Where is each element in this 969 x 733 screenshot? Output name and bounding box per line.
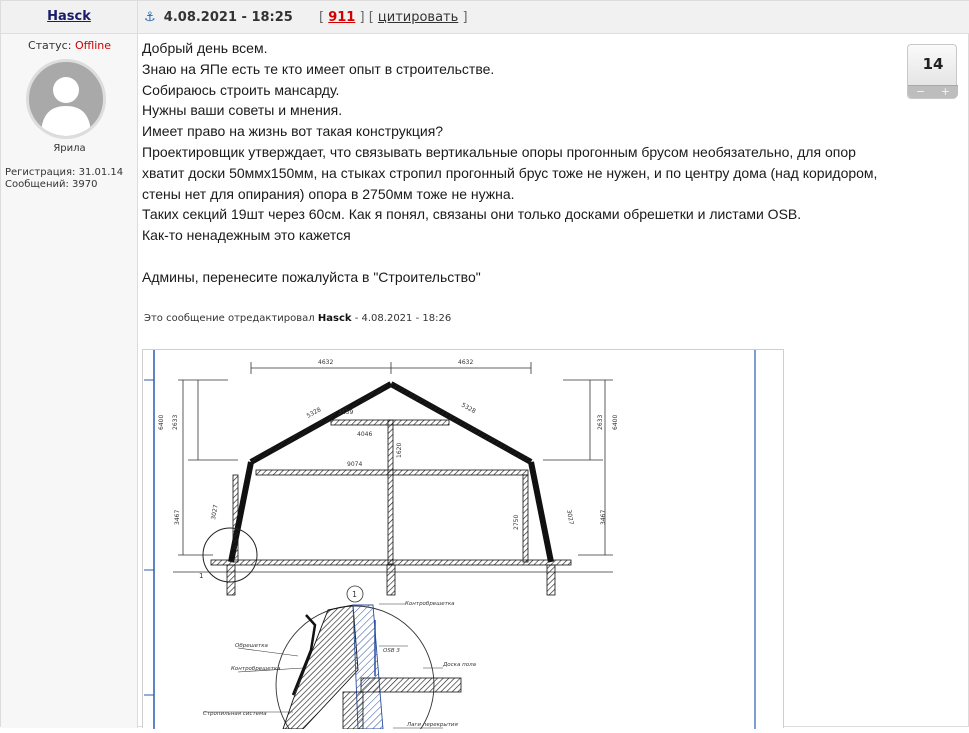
dim-right-total: 6400 <box>612 415 619 430</box>
dim-right-top: 2633 <box>597 415 604 430</box>
dim-collar-inner: 4046 <box>357 431 372 438</box>
user-status: Статус: Offline <box>1 39 138 52</box>
avatar[interactable] <box>26 59 106 139</box>
dim-floor-span: 9074 <box>347 461 362 468</box>
dim-top-right: 4632 <box>458 359 473 366</box>
body-line: Имеет право на жизнь вот такая конструкц… <box>142 123 444 140</box>
node-label: 1 <box>352 590 357 599</box>
bracket-open: [ <box>318 10 325 25</box>
label-lathing: Обрешетка <box>235 643 269 649</box>
user-silhouette-icon <box>41 77 91 136</box>
author-cell: Hasck <box>1 1 138 34</box>
body-line: Проектировщик утверждает, что связывать … <box>142 143 878 202</box>
registration-date: Регистрация: 31.01.14 <box>5 167 124 178</box>
dim-rafter-right: 5328 <box>460 402 477 416</box>
label-rafter-system: Стропильная система <box>203 711 267 717</box>
status-label: Статус: <box>27 39 72 52</box>
post-number-link[interactable]: 911 <box>328 10 355 25</box>
edited-note: Это сообщение отредактировал Hasck - 4.0… <box>144 313 451 324</box>
admin-request: Админы, перенесите пожалуйста в "Строите… <box>142 268 481 285</box>
post-header: Hasck ⚓ 4.08.2021 - 18:25 [ 911 ] [ цити… <box>1 1 969 34</box>
edited-prefix: Это сообщение отредактировал <box>144 313 315 324</box>
roof-drawing-svg: 4632 4632 6400 2633 2633 6400 3467 3467 … <box>144 350 756 733</box>
rating-controls: − + <box>908 85 958 98</box>
forum-post: Hasck ⚓ 4.08.2021 - 18:25 [ 911 ] [ цити… <box>0 0 969 733</box>
user-title: Ярила <box>53 143 86 154</box>
post-body: Добрый день всем. Знаю на ЯПе есть те кт… <box>142 38 902 288</box>
body-line: Нужны ваши советы и мнения. <box>142 102 343 119</box>
edited-editor: Hasck <box>317 313 352 324</box>
dim-left-wall: 3467 <box>174 510 181 525</box>
rating-plus-button[interactable]: + <box>941 86 950 98</box>
dim-center-post: 2750 <box>513 515 520 530</box>
dim-left-top: 2633 <box>172 415 179 430</box>
label-joists: Лаги перекрытия <box>406 722 459 728</box>
bracket-close: ] <box>359 10 365 25</box>
status-value: Offline <box>74 39 112 52</box>
bracket-close: ] <box>462 10 468 25</box>
dim-collar: 3159 <box>338 409 353 416</box>
dim-post-height: 1620 <box>396 443 403 458</box>
body-line: Добрый день всем. <box>142 40 268 56</box>
anchor-icon[interactable]: ⚓ <box>144 10 156 25</box>
body-line: Как-то ненадежным это кажется <box>142 227 351 244</box>
dim-right-wall: 3467 <box>600 510 607 525</box>
post-meta: ⚓ 4.08.2021 - 18:25 [ 911 ] [ цитировать… <box>144 10 468 25</box>
message-count: Сообщений: 3970 <box>5 179 98 190</box>
dim-left-total: 6400 <box>158 415 165 430</box>
body-line: Знаю на ЯПе есть те кто имеет опыт в стр… <box>142 60 495 77</box>
label-board: Доска пола <box>442 662 477 668</box>
dim-right-slope: 3027 <box>565 509 575 525</box>
bracket-open: [ <box>368 10 374 25</box>
label-counter-batten: Контробрешетка <box>405 601 455 607</box>
quote-link[interactable]: цитировать <box>378 10 458 25</box>
dim-rafter-left: 5328 <box>306 406 323 420</box>
svg-text:1: 1 <box>199 572 203 580</box>
author-link[interactable]: Hasck <box>47 9 91 24</box>
dim-left-slope: 3027 <box>210 504 220 520</box>
rating-value: 14 <box>922 55 944 73</box>
user-sidebar: Статус: Offline Ярила Регистрация: 31.01… <box>1 34 138 728</box>
post-date: 4.08.2021 - 18:25 <box>163 10 293 25</box>
dim-top-left: 4632 <box>318 359 333 366</box>
body-line: Собираюсь строить мансарду. <box>142 81 340 98</box>
edited-suffix: - 4.08.2021 - 18:26 <box>354 313 452 324</box>
label-osb: OSB 3 <box>383 648 400 654</box>
rating-minus-button[interactable]: − <box>916 86 925 98</box>
label-counter-lathing: Контробрешетка <box>231 666 281 672</box>
body-line: Таких секций 19шт через 60см. Как я поня… <box>142 206 802 223</box>
user-stats: Регистрация: 31.01.14 Сообщений: 3970 <box>5 167 123 191</box>
attached-drawing[interactable]: 4632 4632 6400 2633 2633 6400 3467 3467 … <box>142 349 784 733</box>
rating-widget: 14 − + <box>907 44 958 99</box>
